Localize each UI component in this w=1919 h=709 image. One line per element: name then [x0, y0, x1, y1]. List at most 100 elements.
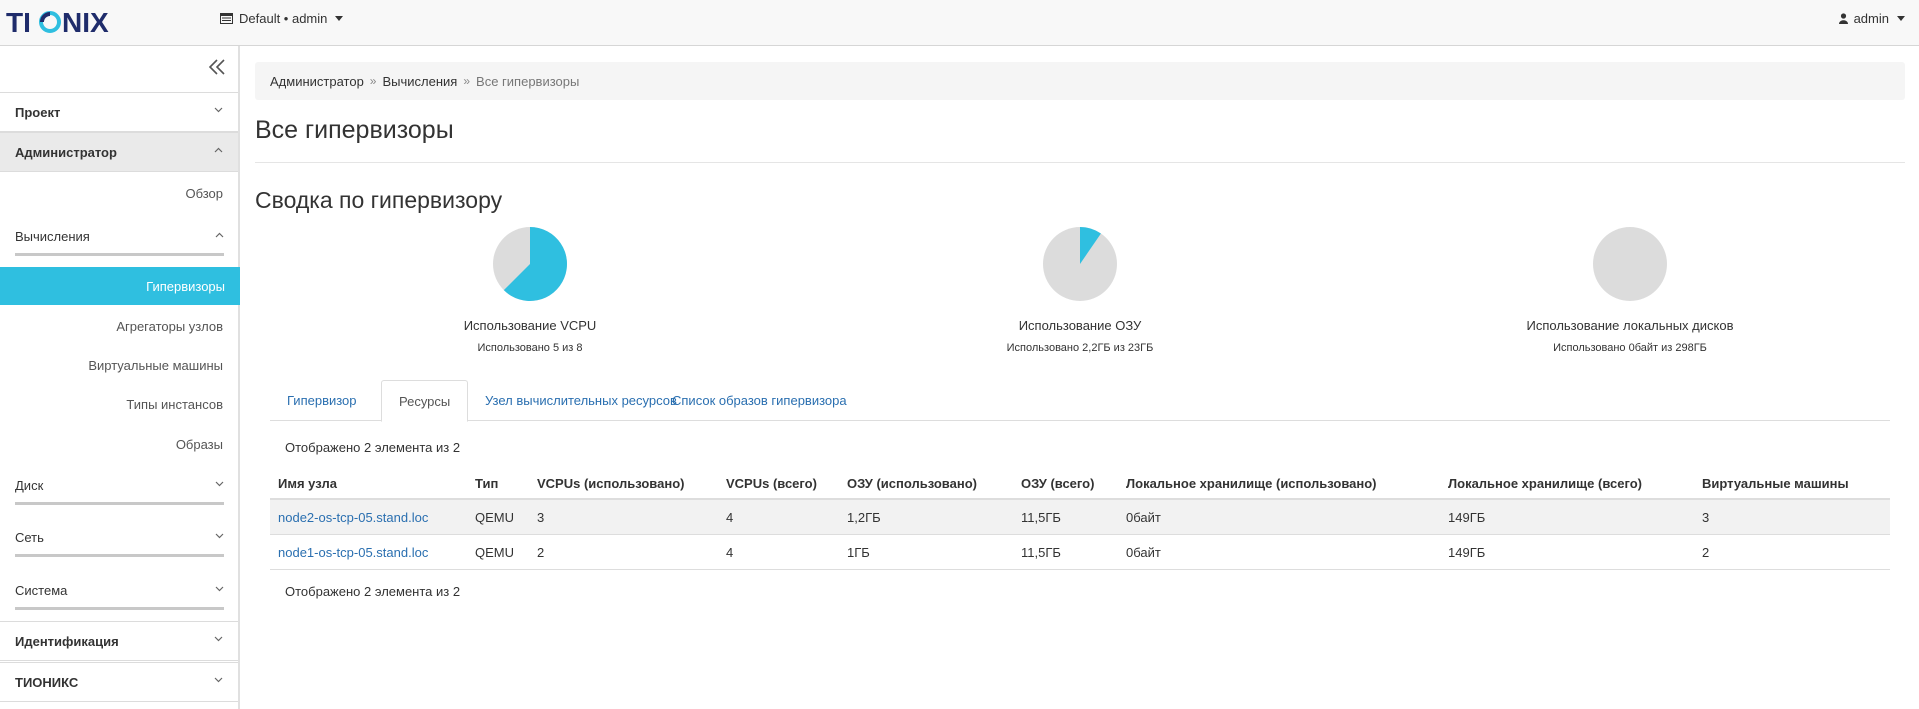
tab-hypervisor[interactable]: Гипервизор	[270, 380, 374, 421]
pie-usage-text: Использовано 5 из 8	[477, 342, 583, 354]
sidebar-group-label: Сеть	[15, 530, 44, 545]
sidebar-section-admin[interactable]: Администратор	[0, 132, 238, 172]
table-cell: 0байт	[1126, 510, 1161, 525]
divider	[255, 162, 1905, 163]
sidebar-section-project[interactable]: Проект	[0, 92, 238, 132]
table-cell: 11,5ГБ	[1021, 545, 1061, 560]
table-cell: 1ГБ	[847, 545, 870, 560]
chevron-down-icon	[215, 481, 224, 487]
sidebar-section-label: ТИОНИКС	[15, 674, 79, 690]
pie-chart-vcpu	[493, 227, 567, 301]
items-count-top: Отображено 2 элемента из 2	[285, 440, 461, 455]
table-cell: QEMU	[475, 510, 514, 525]
breadcrumb-current: Все гипервизоры	[476, 73, 580, 89]
sidebar-group-label: Вычисления	[15, 229, 90, 244]
sidebar-group-system[interactable]: Система	[15, 580, 224, 610]
pie-chart-ram	[1043, 227, 1117, 301]
table-cell: 3	[1702, 510, 1710, 525]
hypervisor-name-link[interactable]: node1-os-tcp-05.stand.loc	[278, 545, 428, 560]
pie-background	[1593, 227, 1667, 301]
table-cell: 149ГБ	[1448, 545, 1486, 560]
sidebar-group-compute[interactable]: Вычисления	[15, 226, 224, 256]
table-row: node2-os-tcp-05.stand.loc QEMU 3 4 1,2ГБ…	[270, 500, 1890, 535]
sidebar-group-volume[interactable]: Диск	[15, 475, 224, 505]
sidebar-group-label: Система	[15, 583, 68, 598]
column-header[interactable]: Тип	[475, 476, 498, 491]
sidebar-item-instances[interactable]: Виртуальные машины	[88, 358, 223, 373]
project-icon	[220, 13, 233, 24]
top-navbar: TI NIX Default • admin admin	[0, 0, 1919, 46]
collapse-sidebar-icon[interactable]	[208, 58, 226, 76]
sidebar-item-overview[interactable]: Обзор	[185, 186, 223, 201]
column-header[interactable]: ОЗУ (использовано)	[847, 476, 977, 491]
column-header[interactable]: ОЗУ (всего)	[1021, 476, 1094, 491]
pie-label: Использование локальных дисков	[1526, 318, 1734, 333]
user-menu-label: admin	[1853, 11, 1889, 26]
pie-usage-text: Использовано 0байт из 298ГБ	[1553, 342, 1707, 354]
project-switcher-label: Default • admin	[239, 11, 328, 26]
sidebar-section-label: Администратор	[15, 144, 117, 160]
chevron-down-icon	[214, 677, 223, 683]
table-cell: 0байт	[1126, 545, 1161, 560]
table-cell: 4	[726, 545, 734, 560]
breadcrumb-compute[interactable]: Вычисления	[382, 74, 457, 89]
column-header[interactable]: VCPUs (использовано)	[537, 476, 684, 491]
page-title: Все гипервизоры	[255, 116, 454, 144]
breadcrumb: Администратор » Вычисления » Все гиперви…	[255, 62, 1905, 100]
summary-title: Сводка по гипервизору	[255, 187, 503, 213]
tionix-logo[interactable]: TI NIX	[6, 6, 136, 38]
hypervisor-table: Имя узла Тип VCPUs (использовано) VCPUs …	[270, 468, 1890, 570]
pie-label: Использование VCPU	[463, 318, 597, 333]
pie-chart-disk	[1593, 227, 1667, 301]
pie-usage-text: Использовано 2,2ГБ из 23ГБ	[1006, 342, 1154, 354]
chevron-down-icon	[214, 107, 223, 113]
items-count-bottom: Отображено 2 элемента из 2	[285, 584, 461, 599]
column-header[interactable]: Локальное хранилище (использовано)	[1126, 476, 1377, 491]
table-cell: 3	[537, 510, 545, 525]
sidebar-item-aggregates[interactable]: Агрегаторы узлов	[116, 319, 223, 334]
column-header[interactable]: VCPUs (всего)	[726, 476, 817, 491]
table-cell: 11,5ГБ	[1021, 510, 1061, 525]
table-cell: 2	[537, 545, 545, 560]
breadcrumb-separator-icon: »	[369, 74, 377, 88]
chevron-down-icon	[215, 533, 224, 539]
column-header[interactable]: Имя узла	[278, 476, 337, 491]
user-menu[interactable]: admin	[1838, 11, 1905, 26]
sidebar-item-flavors[interactable]: Типы инстансов	[126, 397, 223, 412]
project-switcher[interactable]: Default • admin	[220, 11, 344, 26]
table-header: Имя узла Тип VCPUs (использовано) VCPUs …	[270, 468, 1890, 500]
sidebar-section-tionix[interactable]: ТИОНИКС	[0, 662, 238, 702]
tab-resources[interactable]: Ресурсы	[381, 380, 469, 422]
pie-label: Использование ОЗУ	[1018, 318, 1142, 333]
sidebar: Проект Администратор Обзор Вычисления Ги…	[0, 46, 240, 709]
breadcrumb-admin[interactable]: Администратор	[270, 74, 364, 89]
svg-text:TI: TI	[6, 7, 31, 38]
table-row: node1-os-tcp-05.stand.loc QEMU 2 4 1ГБ 1…	[270, 535, 1890, 570]
sidebar-section-label: Проект	[15, 104, 61, 120]
table-cell: 149ГБ	[1448, 510, 1486, 525]
table-cell: 4	[726, 510, 734, 525]
tab-hypervisor-images[interactable]: Список образов гипервизора	[655, 380, 864, 421]
hypervisor-name-link[interactable]: node2-os-tcp-05.stand.loc	[278, 510, 428, 525]
breadcrumb-separator-icon: »	[463, 74, 471, 88]
caret-down-icon	[335, 16, 344, 21]
tab-bar: Гипервизор Ресурсы Узел вычислительных р…	[270, 380, 1890, 422]
sidebar-group-network[interactable]: Сеть	[15, 527, 224, 557]
sidebar-group-label: Диск	[15, 478, 44, 493]
sidebar-item-images[interactable]: Образы	[176, 437, 223, 452]
sidebar-section-identity[interactable]: Идентификация	[0, 621, 238, 661]
column-header[interactable]: Локальное хранилище (всего)	[1448, 476, 1642, 491]
chevron-up-icon	[214, 147, 223, 153]
svg-text:NIX: NIX	[62, 7, 109, 38]
column-header[interactable]: Виртуальные машины	[1702, 476, 1849, 491]
sidebar-item-hypervisors[interactable]: Гипервизоры	[0, 267, 240, 305]
pie-ram-usage: Использование ОЗУ Использовано 2,2ГБ из …	[930, 226, 1230, 354]
sidebar-section-label: Идентификация	[15, 633, 119, 649]
table-cell: 2	[1702, 545, 1710, 560]
chevron-up-icon	[215, 232, 224, 238]
table-cell: 1,2ГБ	[847, 510, 881, 525]
user-icon	[1838, 13, 1848, 24]
pie-vcpu-usage: Использование VCPU Использовано 5 из 8	[380, 226, 680, 354]
pie-disk-usage: Использование локальных дисков Использов…	[1480, 226, 1780, 354]
caret-down-icon	[1897, 16, 1905, 21]
